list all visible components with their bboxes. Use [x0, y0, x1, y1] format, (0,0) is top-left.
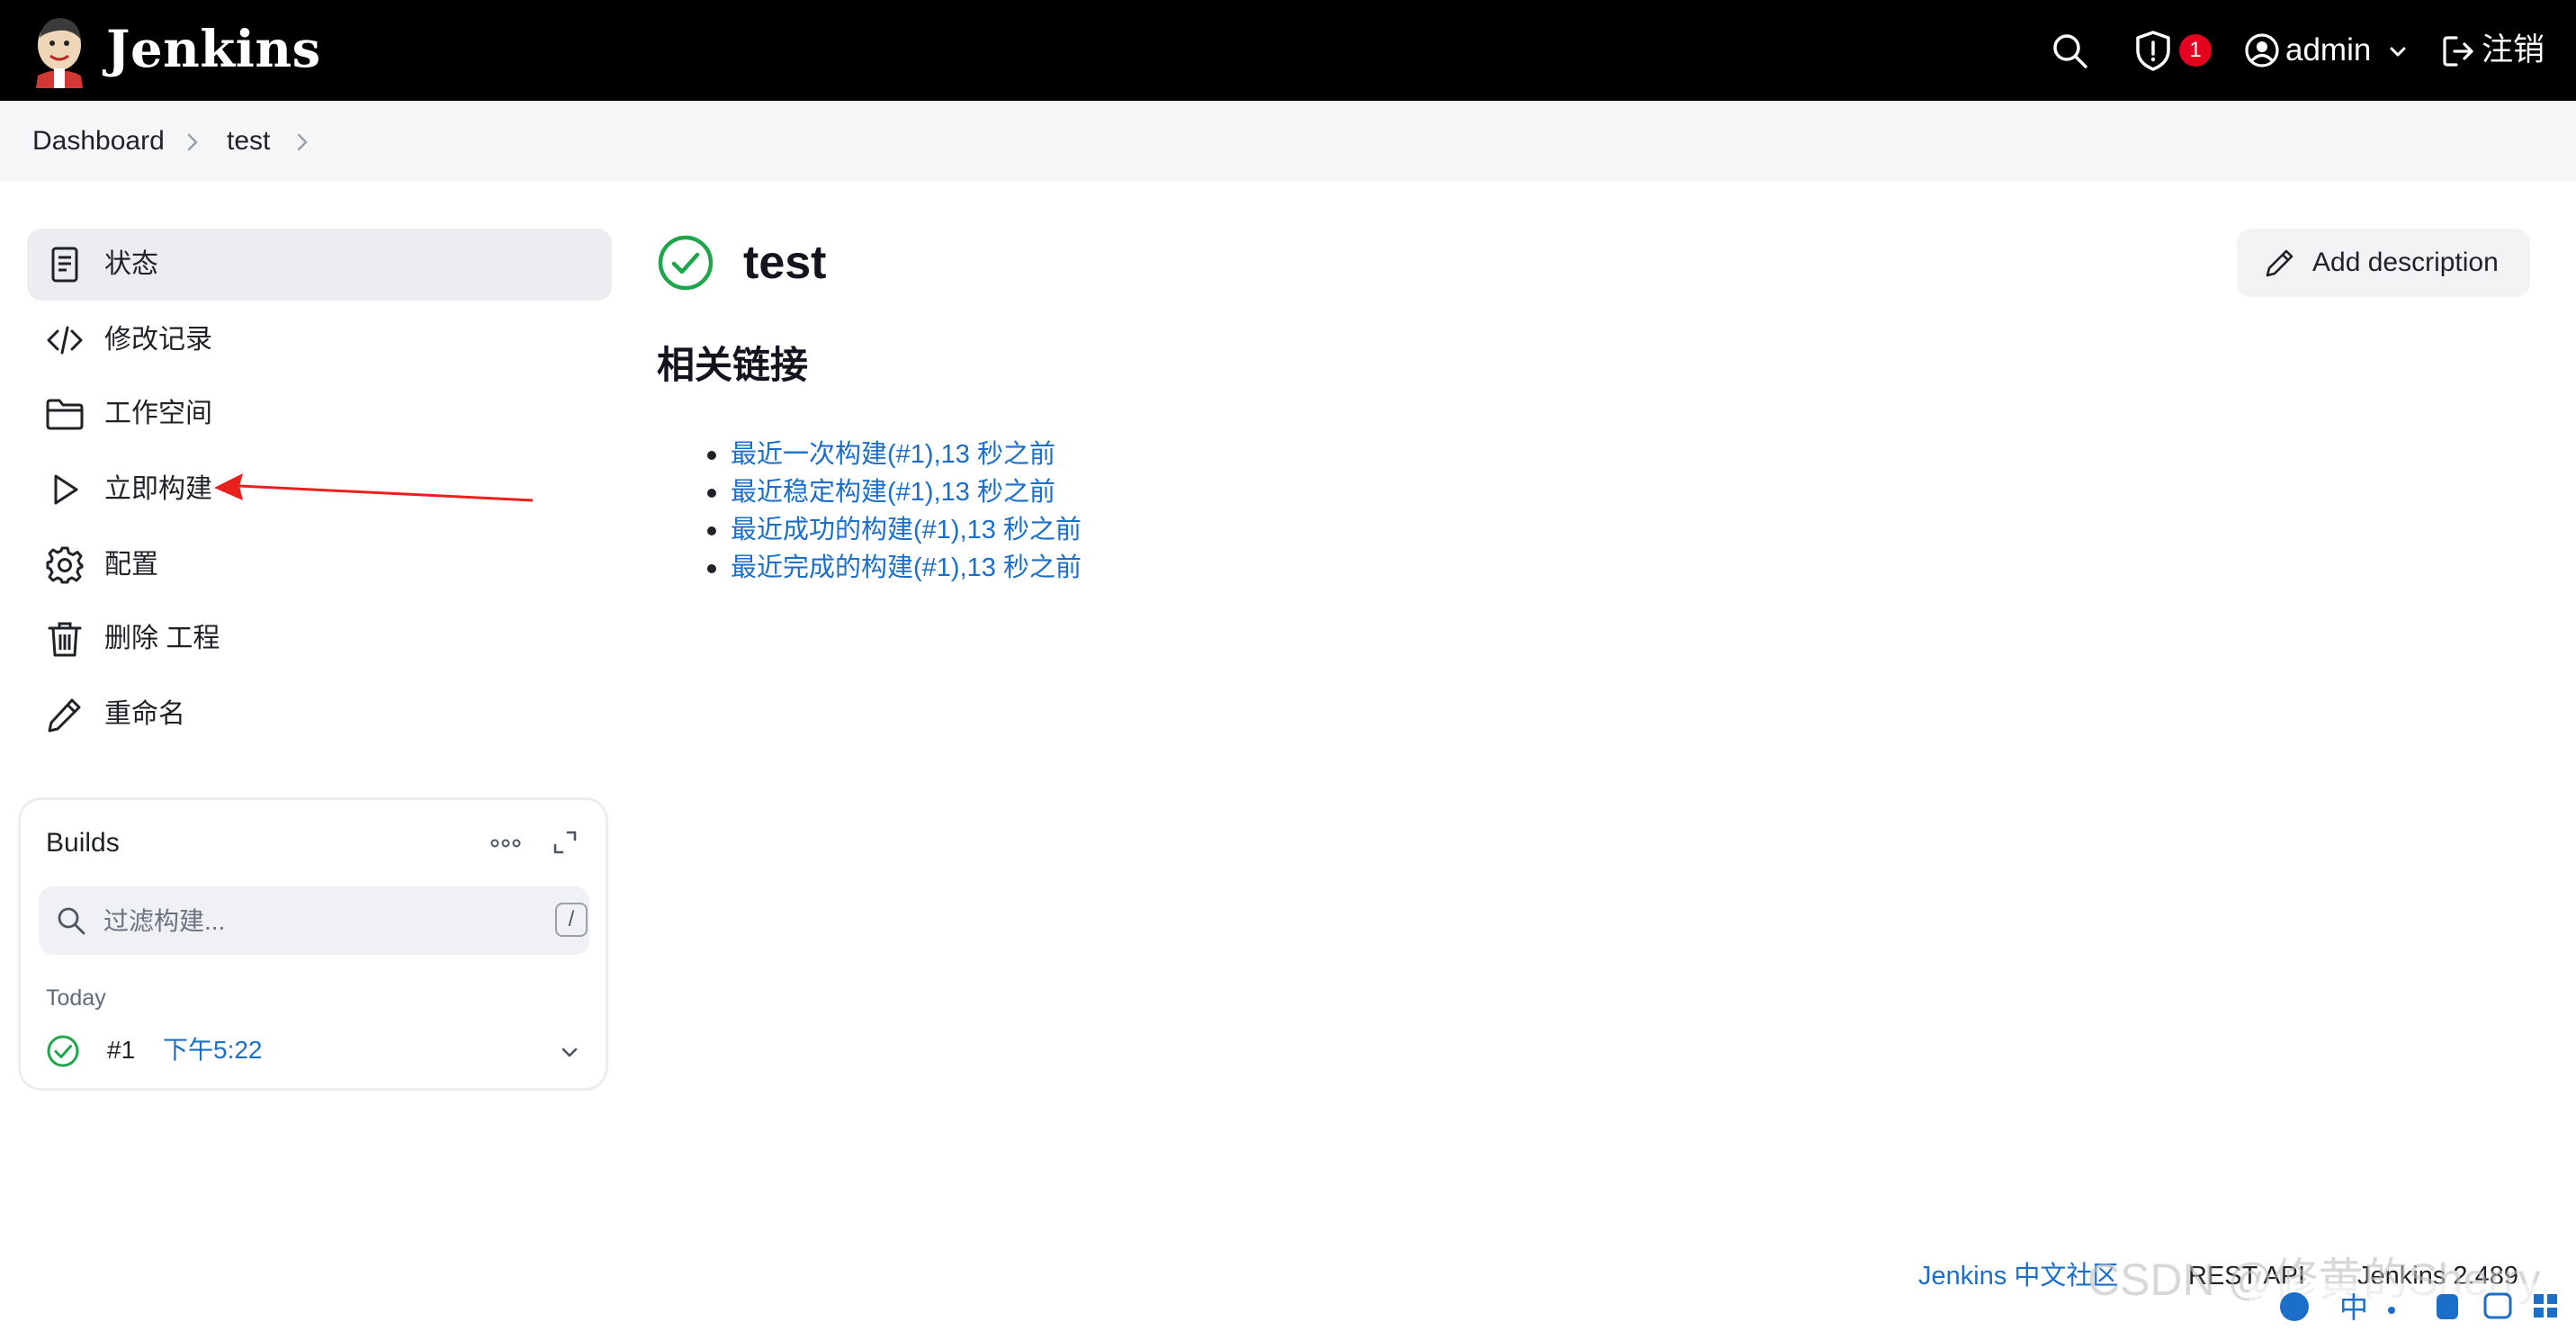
side-item-label: 配置	[104, 550, 158, 580]
side-item-delete-project[interactable]: 删除 工程	[27, 603, 612, 675]
side-item-status[interactable]: 状态	[27, 229, 612, 301]
build-time[interactable]: 下午5:22	[163, 1032, 263, 1068]
more-options-icon[interactable]	[489, 831, 523, 856]
page-title: test	[743, 237, 827, 289]
side-item-changes[interactable]: 修改记录	[27, 304, 612, 376]
filter-shortcut-key: /	[555, 903, 588, 937]
chevron-right-icon[interactable]	[293, 131, 311, 153]
ime-toolbar: 中	[2249, 1283, 2576, 1331]
logout-icon[interactable]	[2442, 34, 2474, 68]
side-item-configure[interactable]: 配置	[27, 529, 612, 601]
add-description-label: Add description	[2312, 247, 2499, 277]
trash-icon	[45, 619, 85, 659]
side-item-label: 工作空间	[104, 399, 212, 428]
build-filter-input[interactable]	[102, 901, 501, 942]
breadcrumb-job[interactable]: test	[227, 122, 270, 160]
side-item-rename[interactable]: 重命名	[27, 679, 612, 751]
user-menu[interactable]: admin	[2285, 27, 2371, 74]
document-icon	[45, 245, 85, 284]
success-check-icon	[46, 1034, 80, 1068]
svg-text:中: 中	[2339, 1291, 2368, 1325]
builds-title: Builds	[46, 828, 120, 858]
side-item-workspace[interactable]: 工作空间	[27, 378, 612, 450]
code-icon	[45, 320, 85, 360]
last-successful-build-link[interactable]: 最近成功的构建(#1),13 秒之前	[731, 516, 1082, 544]
build-group-label: Today	[46, 985, 106, 1011]
security-badge[interactable]: 1	[2179, 34, 2212, 67]
success-check-icon	[657, 234, 714, 292]
related-links-list: 最近一次构建(#1),13 秒之前 最近稳定构建(#1),13 秒之前 最近成功…	[657, 436, 1082, 587]
pencil-icon	[2264, 247, 2296, 279]
list-item: 最近完成的构建(#1),13 秒之前	[657, 549, 1082, 587]
add-description-button[interactable]: Add description	[2237, 229, 2530, 297]
last-build-link[interactable]: 最近一次构建(#1),13 秒之前	[731, 440, 1055, 469]
list-item: 最近成功的构建(#1),13 秒之前	[657, 511, 1082, 549]
last-stable-build-link[interactable]: 最近稳定构建(#1),13 秒之前	[731, 478, 1055, 507]
side-item-label: 状态	[104, 249, 158, 279]
list-item: 最近稳定构建(#1),13 秒之前	[657, 473, 1082, 511]
pencil-icon	[45, 695, 85, 734]
folder-icon	[45, 394, 85, 434]
search-icon[interactable]	[2050, 31, 2089, 70]
breadcrumb-dashboard[interactable]: Dashboard	[32, 122, 165, 160]
build-filter[interactable]: /	[39, 886, 589, 955]
side-item-label: 重命名	[104, 699, 185, 729]
side-item-label: 修改记录	[104, 325, 212, 355]
annotation-arrow-icon	[212, 470, 533, 506]
search-icon	[55, 904, 87, 937]
chevron-right-icon	[184, 131, 202, 153]
top-bar: Jenkins 1 admin 注销	[0, 0, 2576, 101]
last-completed-build-link[interactable]: 最近完成的构建(#1),13 秒之前	[731, 553, 1082, 582]
related-links-heading: 相关链接	[657, 344, 809, 386]
breadcrumb: Dashboard test	[0, 101, 2576, 182]
gear-icon	[45, 545, 85, 585]
jenkins-logo-icon[interactable]	[31, 13, 88, 88]
build-number[interactable]: #1	[107, 1032, 135, 1068]
chevron-down-icon[interactable]	[559, 1041, 580, 1063]
expand-icon[interactable]	[552, 829, 579, 856]
logout-link[interactable]: 注销	[2482, 27, 2545, 74]
build-row[interactable]: #1 下午5:22	[30, 1023, 597, 1077]
builds-widget: Builds / Today #1	[18, 797, 608, 1091]
chevron-down-icon[interactable]	[2388, 41, 2408, 61]
brand-name[interactable]: Jenkins	[106, 18, 321, 81]
shield-alert-icon[interactable]	[2132, 29, 2174, 72]
side-item-label: 立即构建	[104, 474, 212, 504]
list-item: 最近一次构建(#1),13 秒之前	[657, 436, 1082, 473]
side-item-label: 删除 工程	[104, 624, 220, 653]
user-icon[interactable]	[2244, 32, 2280, 68]
play-icon	[45, 470, 85, 509]
